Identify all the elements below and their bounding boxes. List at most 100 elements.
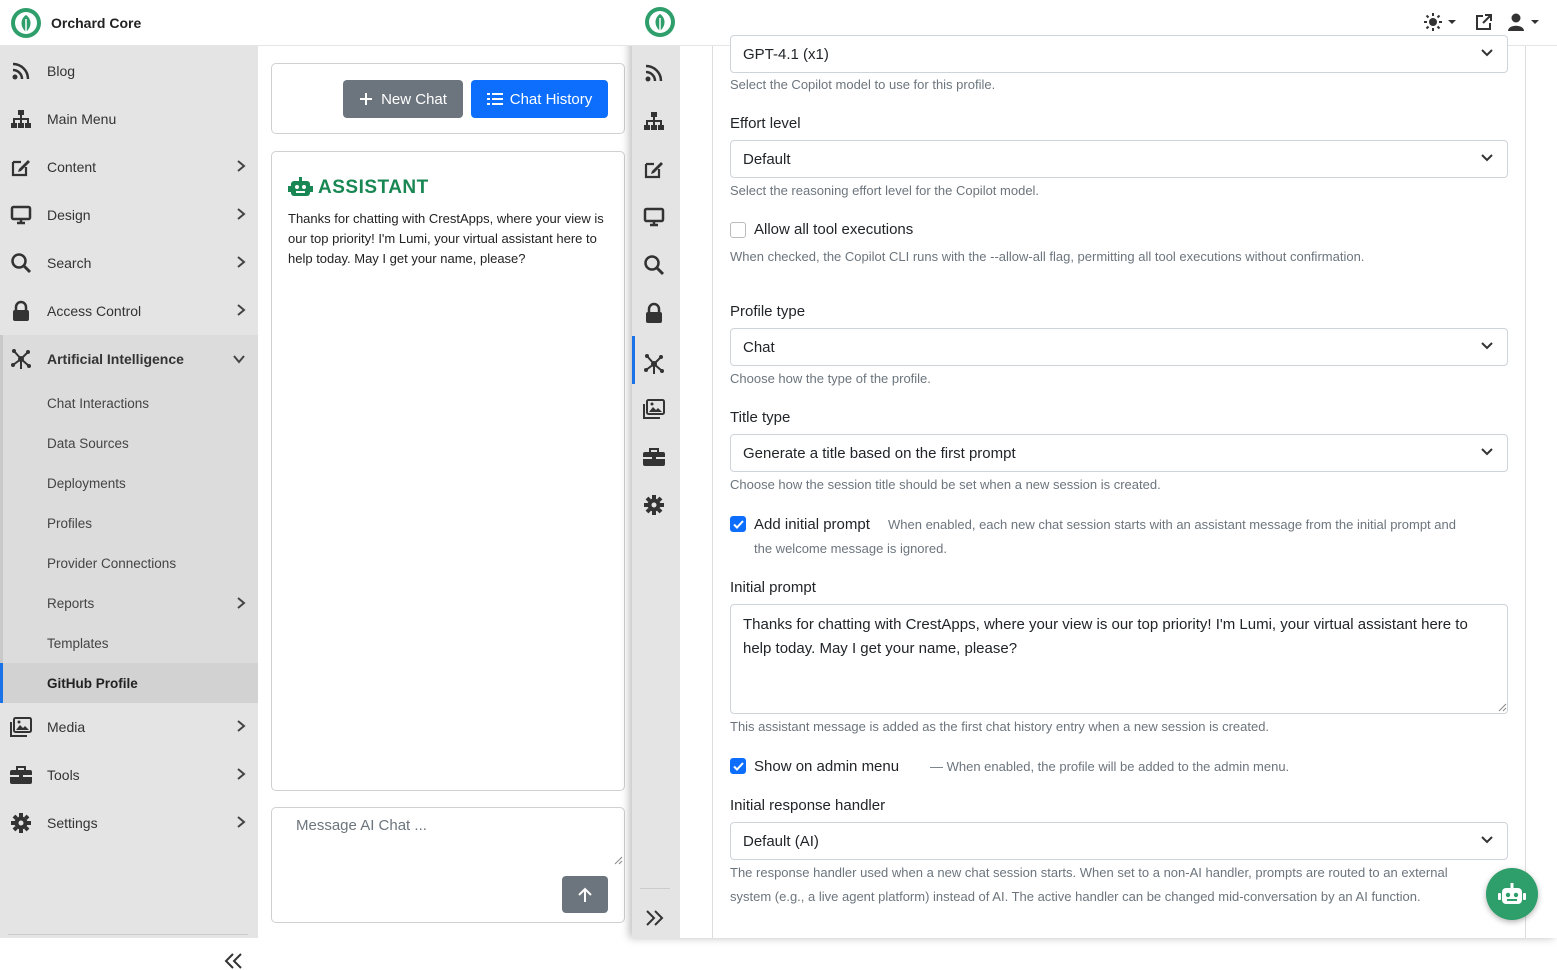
show-admin-menu-checkbox[interactable] bbox=[730, 758, 746, 774]
sidebar-item-search[interactable]: Search bbox=[0, 239, 258, 287]
chat-history-label: Chat History bbox=[509, 90, 593, 108]
sidebar-item-main-menu[interactable]: Main Menu bbox=[0, 95, 258, 143]
add-initial-prompt-label[interactable]: Add initial prompt bbox=[754, 516, 870, 533]
sidebar-item-label: Search bbox=[47, 255, 92, 271]
chevron-right-icon bbox=[236, 815, 246, 829]
effort-level-help: Select the reasoning effort level for th… bbox=[730, 183, 1040, 198]
ai-network-icon bbox=[9, 347, 33, 371]
model-select[interactable]: GPT-4.1 (x1) bbox=[730, 35, 1508, 73]
show-admin-menu-help: — When enabled, the profile will be adde… bbox=[930, 759, 1290, 774]
response-handler-select[interactable]: Default (AI) bbox=[730, 822, 1508, 860]
title-type-value: Generate a title based on the first prom… bbox=[743, 444, 1016, 462]
sidebar-item-label: Tools bbox=[47, 767, 80, 783]
search-icon[interactable] bbox=[642, 253, 666, 277]
initial-prompt-textarea[interactable]: Thanks for chatting with CrestApps, wher… bbox=[730, 604, 1508, 714]
toolbox-icon[interactable] bbox=[642, 445, 666, 469]
sidebar: Blog Main Menu Content Design Search Acc… bbox=[0, 46, 258, 969]
sidebar-item-content[interactable]: Content bbox=[0, 143, 258, 191]
chevron-down-icon bbox=[1481, 448, 1493, 456]
gear-icon[interactable] bbox=[642, 493, 666, 517]
chevron-down-icon bbox=[232, 354, 246, 364]
sidebar-item-blog[interactable]: Blog bbox=[0, 47, 258, 95]
sidebar-item-media[interactable]: Media bbox=[0, 703, 258, 751]
show-admin-menu-label[interactable]: Show on admin menu bbox=[754, 758, 899, 775]
sidebar-item-tools[interactable]: Tools bbox=[0, 751, 258, 799]
theme-toggle-icon[interactable] bbox=[1423, 12, 1457, 32]
external-link-icon[interactable] bbox=[1475, 13, 1493, 31]
resize-handle-icon[interactable] bbox=[614, 856, 623, 865]
monitor-icon bbox=[9, 203, 33, 227]
rail-active-indicator bbox=[632, 336, 635, 384]
chevron-down-icon bbox=[1481, 49, 1493, 57]
gear-icon bbox=[9, 811, 33, 835]
profile-type-select[interactable]: Chat bbox=[730, 328, 1508, 366]
chat-history-button[interactable]: Chat History bbox=[471, 80, 608, 118]
sidebar-item-settings[interactable]: Settings bbox=[0, 799, 258, 847]
resize-handle-icon[interactable] bbox=[1498, 703, 1507, 712]
chevron-right-icon bbox=[236, 767, 246, 781]
arrow-up-icon bbox=[578, 887, 592, 902]
ai-network-icon[interactable] bbox=[642, 352, 666, 376]
chevron-right-icon bbox=[236, 159, 246, 173]
chevron-right-icon bbox=[236, 596, 246, 610]
profile-type-label: Profile type bbox=[730, 303, 806, 320]
user-menu-icon[interactable] bbox=[1506, 12, 1540, 32]
orchard-logo-icon[interactable] bbox=[10, 7, 42, 39]
add-initial-prompt-help: When enabled, each new chat session star… bbox=[888, 517, 1456, 532]
right-panel: GPT-4.1 (x1) Select the Copilot model to… bbox=[632, 0, 1557, 938]
allow-all-tools-checkbox[interactable] bbox=[730, 222, 746, 238]
sidebar-item-label: Design bbox=[47, 207, 91, 223]
lock-icon[interactable] bbox=[642, 301, 666, 325]
chevron-down-icon bbox=[1481, 154, 1493, 162]
chat-input-placeholder[interactable]: Message AI Chat ... bbox=[296, 817, 427, 834]
add-initial-prompt-help-cont: the welcome message is ignored. bbox=[754, 541, 947, 556]
left-top-bar: Orchard Core bbox=[0, 0, 632, 46]
assistant-message: Thanks for chatting with CrestApps, wher… bbox=[288, 211, 604, 266]
ai-chat-fab-button[interactable] bbox=[1486, 868, 1538, 920]
collapse-sidebar-icon[interactable] bbox=[224, 952, 244, 970]
send-button[interactable] bbox=[562, 876, 608, 913]
sidebar-item-access-control[interactable]: Access Control bbox=[0, 287, 258, 335]
effort-level-value: Default bbox=[743, 150, 791, 168]
monitor-icon[interactable] bbox=[642, 205, 666, 229]
sidebar-subitem-profiles[interactable]: Profiles bbox=[0, 503, 258, 543]
sidebar-subitem-reports[interactable]: Reports bbox=[0, 583, 258, 623]
chevron-right-icon bbox=[236, 207, 246, 221]
sitemap-icon[interactable] bbox=[642, 109, 666, 133]
response-handler-value: Default (AI) bbox=[743, 832, 819, 850]
sidebar-item-label: Main Menu bbox=[47, 111, 117, 127]
rss-icon[interactable] bbox=[642, 61, 666, 85]
new-chat-button[interactable]: New Chat bbox=[343, 80, 463, 118]
check-icon bbox=[732, 519, 744, 529]
search-icon bbox=[9, 251, 33, 275]
sidebar-subitem-data-sources[interactable]: Data Sources bbox=[0, 423, 258, 463]
title-type-select[interactable]: Generate a title based on the first prom… bbox=[730, 434, 1508, 472]
effort-level-select[interactable]: Default bbox=[730, 140, 1508, 178]
orchard-logo-icon[interactable] bbox=[644, 6, 676, 38]
sidebar-subitem-provider-connections[interactable]: Provider Connections bbox=[0, 543, 258, 583]
allow-all-tools-help: When checked, the Copilot CLI runs with … bbox=[730, 249, 1365, 264]
list-icon bbox=[486, 93, 503, 105]
expand-sidebar-icon[interactable] bbox=[642, 906, 666, 930]
sidebar-subitem-chat-interactions[interactable]: Chat Interactions bbox=[0, 383, 258, 423]
profile-type-value: Chat bbox=[743, 338, 775, 356]
sidebar-item-design[interactable]: Design bbox=[0, 191, 258, 239]
sidebar-subitem-label: Reports bbox=[47, 595, 95, 611]
sidebar-subitem-templates[interactable]: Templates bbox=[0, 623, 258, 663]
images-icon[interactable] bbox=[642, 397, 666, 421]
response-handler-help-cont: system (e.g., a live agent platform) ins… bbox=[730, 889, 1421, 904]
sidebar-subitem-github-profile[interactable]: GitHub Profile bbox=[0, 663, 258, 703]
assistant-title: ASSISTANT bbox=[318, 177, 429, 198]
sidebar-item-label: Settings bbox=[47, 815, 98, 831]
sitemap-icon bbox=[9, 107, 33, 131]
icon-rail bbox=[632, 46, 680, 938]
add-initial-prompt-checkbox[interactable] bbox=[730, 516, 746, 532]
robot-icon bbox=[1498, 883, 1526, 904]
allow-all-tools-label[interactable]: Allow all tool executions bbox=[754, 221, 913, 238]
rail-divider bbox=[640, 888, 670, 889]
sidebar-item-artificial-intelligence[interactable]: Artificial Intelligence bbox=[0, 335, 258, 383]
sidebar-item-label: Artificial Intelligence bbox=[47, 351, 184, 367]
sidebar-subitem-deployments[interactable]: Deployments bbox=[0, 463, 258, 503]
edit-icon[interactable] bbox=[642, 157, 666, 181]
app-title[interactable]: Orchard Core bbox=[51, 15, 141, 31]
